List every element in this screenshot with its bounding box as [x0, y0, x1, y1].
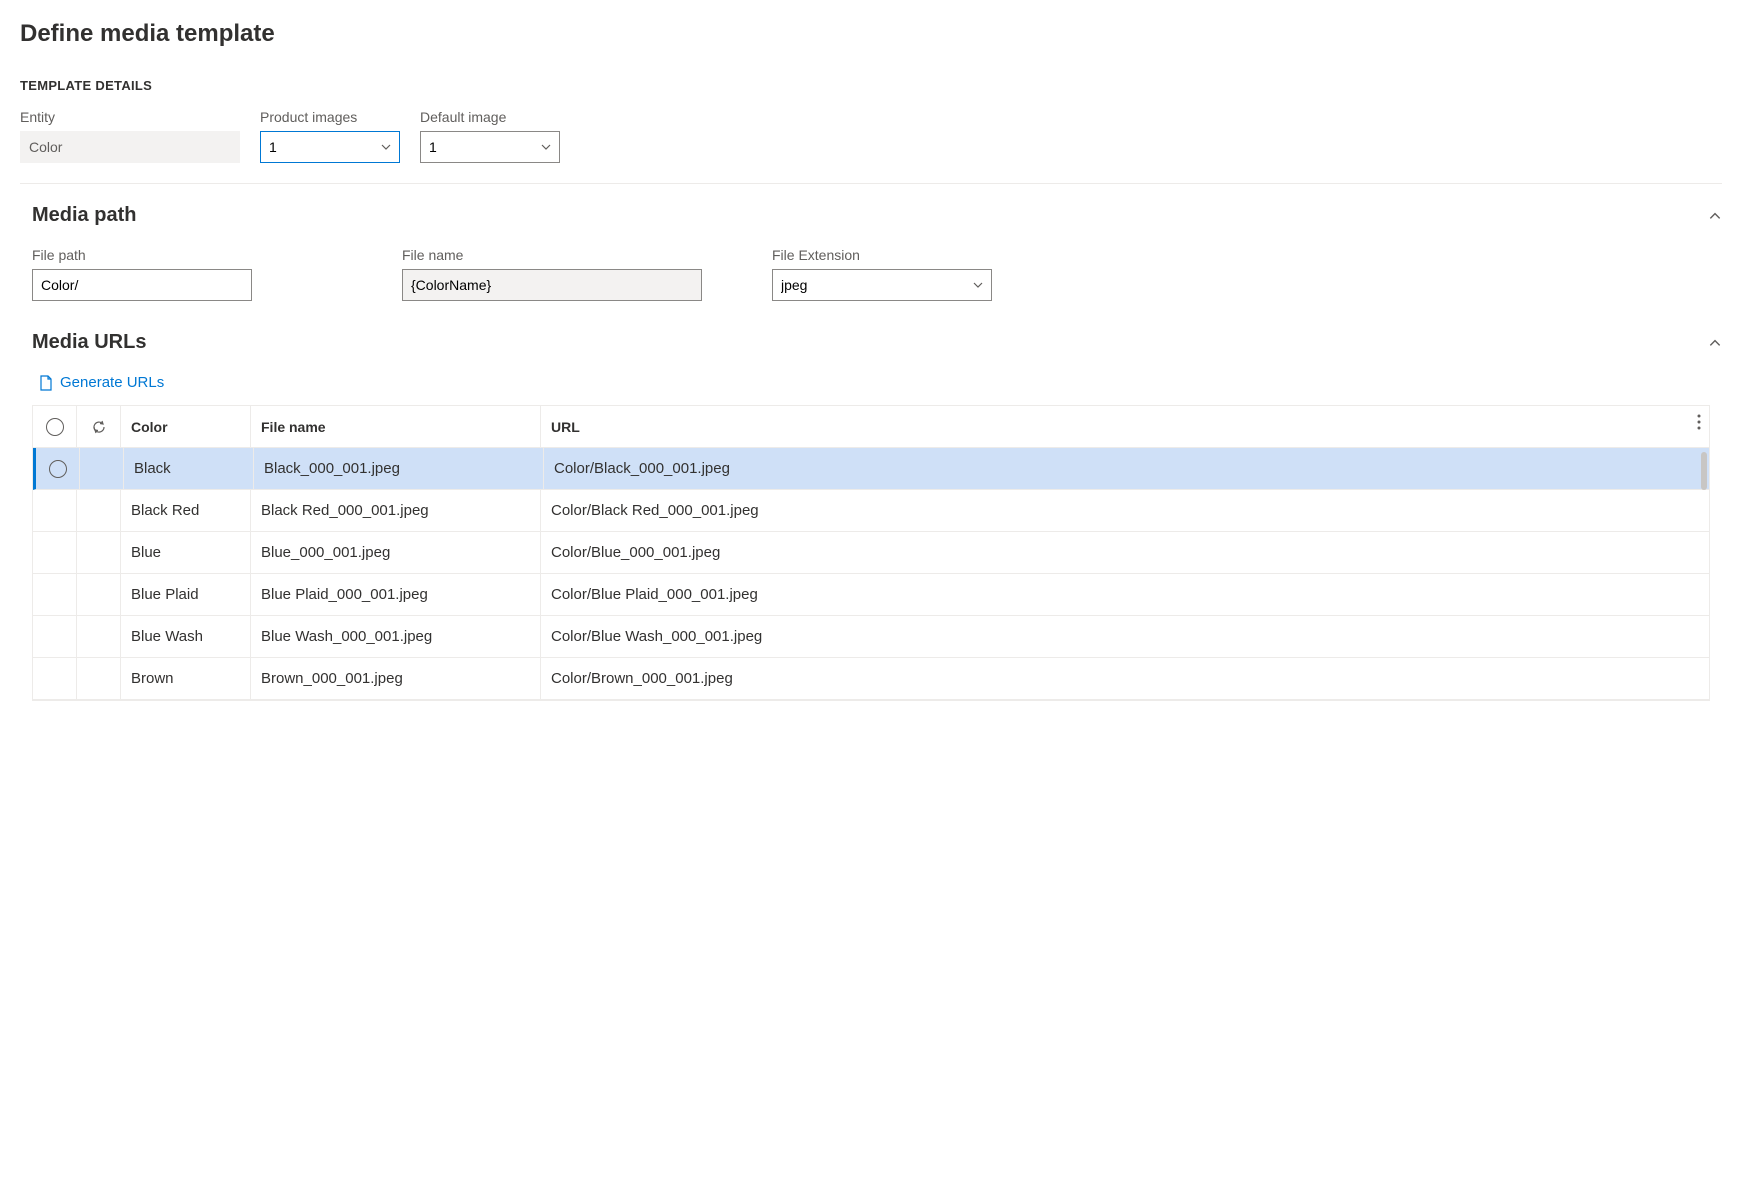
table-row[interactable]: Black RedBlack Red_000_001.jpegColor/Bla…: [33, 490, 1709, 532]
product-images-dropdown[interactable]: [260, 131, 400, 163]
media-path-section-title: Media path: [32, 204, 136, 227]
row-selector[interactable]: [33, 616, 77, 657]
file-path-label: File path: [32, 247, 252, 263]
row-refresh-cell: [77, 658, 121, 699]
file-extension-label: File Extension: [772, 247, 992, 263]
media-urls-grid: Color File name URL BlackBlack_000_001.j…: [32, 405, 1710, 701]
cell-filename: Blue_000_001.jpeg: [251, 532, 541, 573]
cell-color: Black: [124, 448, 254, 489]
file-name-label: File name: [402, 247, 702, 263]
scrollbar-thumb[interactable]: [1701, 452, 1707, 490]
row-selector[interactable]: [33, 574, 77, 615]
table-row[interactable]: BlueBlue_000_001.jpegColor/Blue_000_001.…: [33, 532, 1709, 574]
collapse-icon[interactable]: [1708, 209, 1722, 223]
row-refresh-cell: [80, 448, 124, 489]
cell-filename: Black_000_001.jpeg: [254, 448, 544, 489]
entity-label: Entity: [20, 109, 240, 125]
cell-url: Color/Blue Plaid_000_001.jpeg: [541, 574, 1709, 615]
grid-more-button[interactable]: [1697, 414, 1701, 430]
cell-url: Color/Black Red_000_001.jpeg: [541, 490, 1709, 531]
default-image-label: Default image: [420, 109, 560, 125]
file-name-input[interactable]: [402, 269, 702, 301]
select-all-header[interactable]: [33, 406, 77, 447]
row-selector[interactable]: [33, 532, 77, 573]
cell-filename: Brown_000_001.jpeg: [251, 658, 541, 699]
table-row[interactable]: Blue WashBlue Wash_000_001.jpegColor/Blu…: [33, 616, 1709, 658]
refresh-icon: [91, 419, 107, 435]
cell-filename: Black Red_000_001.jpeg: [251, 490, 541, 531]
column-header-url[interactable]: URL: [541, 406, 1709, 447]
cell-color: Blue Plaid: [121, 574, 251, 615]
cell-filename: Blue Wash_000_001.jpeg: [251, 616, 541, 657]
cell-color: Blue Wash: [121, 616, 251, 657]
cell-color: Brown: [121, 658, 251, 699]
table-row[interactable]: BrownBrown_000_001.jpegColor/Brown_000_0…: [33, 658, 1709, 700]
media-urls-section-title: Media URLs: [32, 331, 146, 354]
cell-color: Black Red: [121, 490, 251, 531]
page-title: Define media template: [20, 20, 1722, 48]
cell-url: Color/Blue Wash_000_001.jpeg: [541, 616, 1709, 657]
product-images-label: Product images: [260, 109, 400, 125]
file-path-input[interactable]: [32, 269, 252, 301]
row-refresh-cell: [77, 532, 121, 573]
template-details-caption: TEMPLATE DETAILS: [20, 78, 1722, 93]
radio-circle-icon: [46, 418, 64, 436]
cell-url: Color/Brown_000_001.jpeg: [541, 658, 1709, 699]
grid-header: Color File name URL: [33, 406, 1709, 448]
entity-field: [20, 131, 240, 163]
collapse-icon[interactable]: [1708, 336, 1722, 350]
default-image-dropdown[interactable]: [420, 131, 560, 163]
document-icon: [38, 375, 54, 391]
row-refresh-cell: [77, 616, 121, 657]
row-selector[interactable]: [36, 448, 80, 489]
generate-urls-button[interactable]: Generate URLs: [38, 374, 164, 391]
refresh-header[interactable]: [77, 406, 121, 447]
table-row[interactable]: BlackBlack_000_001.jpegColor/Black_000_0…: [33, 448, 1709, 490]
generate-urls-label: Generate URLs: [60, 374, 164, 391]
column-header-filename[interactable]: File name: [251, 406, 541, 447]
row-refresh-cell: [77, 574, 121, 615]
radio-circle-icon: [49, 460, 67, 478]
cell-color: Blue: [121, 532, 251, 573]
row-selector[interactable]: [33, 490, 77, 531]
row-refresh-cell: [77, 490, 121, 531]
row-selector[interactable]: [33, 658, 77, 699]
column-header-color[interactable]: Color: [121, 406, 251, 447]
cell-filename: Blue Plaid_000_001.jpeg: [251, 574, 541, 615]
cell-url: Color/Black_000_001.jpeg: [544, 448, 1709, 489]
cell-url: Color/Blue_000_001.jpeg: [541, 532, 1709, 573]
file-extension-dropdown[interactable]: [772, 269, 992, 301]
table-row[interactable]: Blue PlaidBlue Plaid_000_001.jpegColor/B…: [33, 574, 1709, 616]
